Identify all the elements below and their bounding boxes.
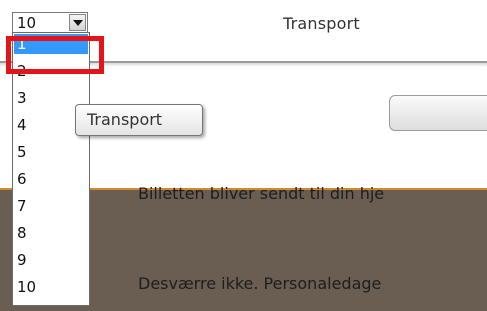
highlight-box [6,36,104,74]
dropdown-option-7[interactable]: 7 [14,196,88,216]
quantity-select-value: 10 [17,14,37,32]
dropdown-option-8[interactable]: 8 [14,223,88,243]
chevron-down-icon[interactable] [69,14,86,31]
content-text-ticket: Billetten bliver sendt til din hje [138,184,385,203]
quantity-select[interactable]: 10 [12,12,88,33]
page-title: Transport [283,14,360,33]
tooltip: Transport [75,104,203,136]
dropdown-option-5[interactable]: 5 [14,142,88,162]
content-text-staff-days: Desværre ikke. Personaledage [138,274,382,293]
dropdown-option-9[interactable]: 9 [14,250,88,270]
dropdown-option-6[interactable]: 6 [14,169,88,189]
dropdown-option-10[interactable]: 10 [14,277,88,297]
action-button[interactable] [389,95,487,131]
